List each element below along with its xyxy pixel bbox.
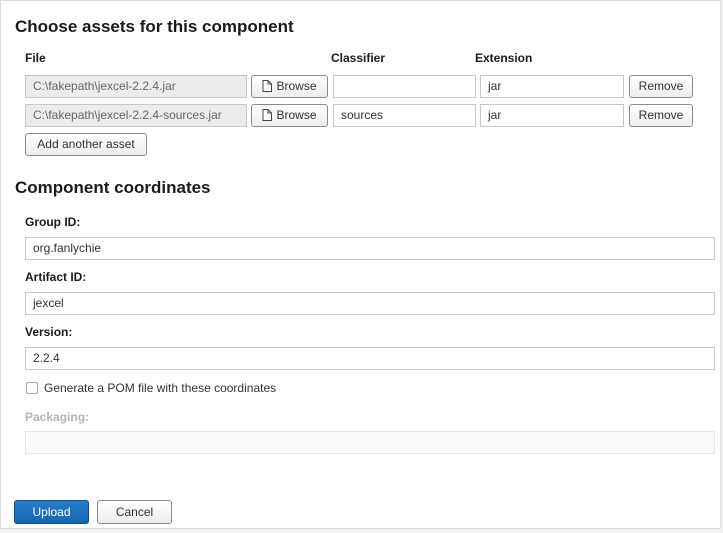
upload-component-panel: Choose assets for this component File Cl… <box>0 0 721 529</box>
artifact-id-label: Artifact ID: <box>25 270 87 284</box>
version-label: Version: <box>25 325 73 339</box>
extension-input[interactable]: jar <box>480 104 624 127</box>
group-id-input[interactable]: org.fanlychie <box>25 237 715 260</box>
assets-section-title: Choose assets for this component <box>15 17 294 36</box>
classifier-column-header: Classifier <box>331 51 386 65</box>
packaging-label: Packaging: <box>25 410 90 424</box>
generate-pom-label[interactable]: Generate a POM file with these coordinat… <box>44 381 276 395</box>
generate-pom-checkbox[interactable] <box>26 382 38 394</box>
extension-input[interactable]: jar <box>480 75 624 98</box>
upload-button[interactable]: Upload <box>14 500 89 524</box>
file-column-header: File <box>25 51 46 65</box>
classifier-input[interactable] <box>333 75 476 98</box>
extension-column-header: Extension <box>475 51 533 65</box>
browse-button-label: Browse <box>276 79 317 93</box>
asset-file-path: C:\fakepath\jexcel-2.2.4-sources.jar <box>25 104 247 127</box>
file-icon <box>262 109 273 121</box>
artifact-id-input[interactable]: jexcel <box>25 292 715 315</box>
cancel-button[interactable]: Cancel <box>97 500 172 524</box>
packaging-input <box>25 431 715 454</box>
group-id-label: Group ID: <box>25 215 81 229</box>
asset-file-path: C:\fakepath\jexcel-2.2.4.jar <box>25 75 247 98</box>
add-another-asset-button[interactable]: Add another asset <box>25 133 147 156</box>
classifier-input[interactable]: sources <box>333 104 476 127</box>
remove-button[interactable]: Remove <box>629 75 693 98</box>
coordinates-section-title: Component coordinates <box>15 178 211 197</box>
remove-button[interactable]: Remove <box>629 104 693 127</box>
browse-button[interactable]: Browse <box>251 75 328 98</box>
browse-button-label: Browse <box>276 108 317 122</box>
browse-button[interactable]: Browse <box>251 104 328 127</box>
file-icon <box>262 80 273 92</box>
version-input[interactable]: 2.2.4 <box>25 347 715 370</box>
